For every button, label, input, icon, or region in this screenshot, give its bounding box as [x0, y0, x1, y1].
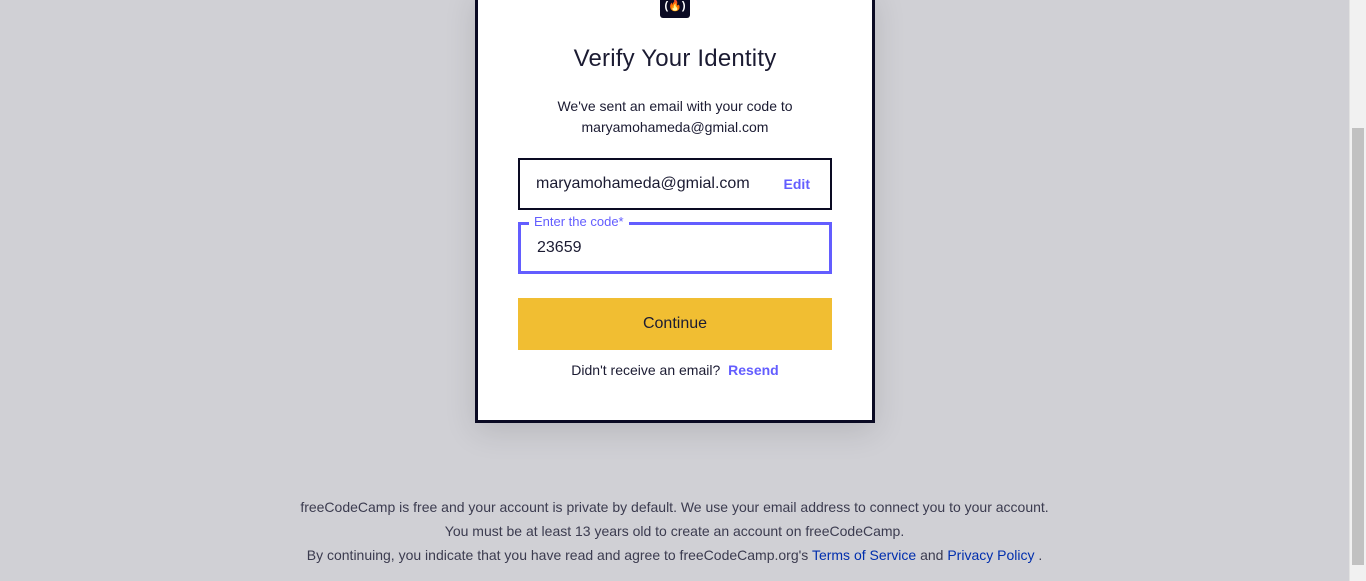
scrollbar[interactable] [1349, 0, 1366, 581]
email-value: maryamohameda@gmial.com [536, 175, 750, 192]
continue-button[interactable]: Continue [518, 298, 832, 350]
footer-terms-prefix: By continuing, you indicate that you hav… [306, 547, 809, 563]
footer-line-privacy: freeCodeCamp is free and your account is… [300, 499, 1049, 515]
footer-line-age: You must be at least 13 years old to cre… [444, 523, 905, 539]
footer-and: and [920, 547, 944, 563]
privacy-policy-link[interactable]: Privacy Policy [947, 547, 1034, 563]
footer-terms-suffix: . [1038, 547, 1043, 563]
page: (🔥) Verify Your Identity We've sent an e… [0, 0, 1366, 581]
edit-email-button[interactable]: Edit [784, 176, 810, 192]
email-field: maryamohameda@gmial.com Edit [518, 158, 832, 210]
scrollbar-thumb[interactable] [1352, 128, 1364, 565]
page-title: Verify Your Identity [573, 45, 777, 72]
resend-prompt: Didn't receive an email? [571, 362, 721, 378]
footer-line-terms: By continuing, you indicate that you hav… [0, 543, 1349, 567]
resend-row: Didn't receive an email? Resend [478, 362, 872, 378]
freecodecamp-logo-icon: (🔥) [660, 0, 690, 18]
subtitle-line: We've sent an email with your code to [557, 98, 793, 114]
footer: freeCodeCamp is free and your account is… [0, 495, 1349, 567]
terms-of-service-link[interactable]: Terms of Service [812, 547, 916, 563]
subtitle-email: maryamohameda@gmial.com [581, 119, 769, 135]
code-input-label: Enter the code* [529, 214, 629, 230]
code-input[interactable]: Enter the code* 23659 [518, 214, 832, 274]
resend-button[interactable]: Resend [728, 362, 779, 378]
code-input-value: 23659 [537, 239, 582, 256]
verify-card: (🔥) Verify Your Identity We've sent an e… [475, 0, 875, 423]
verify-subtitle: We've sent an email with your code to ma… [478, 96, 872, 138]
